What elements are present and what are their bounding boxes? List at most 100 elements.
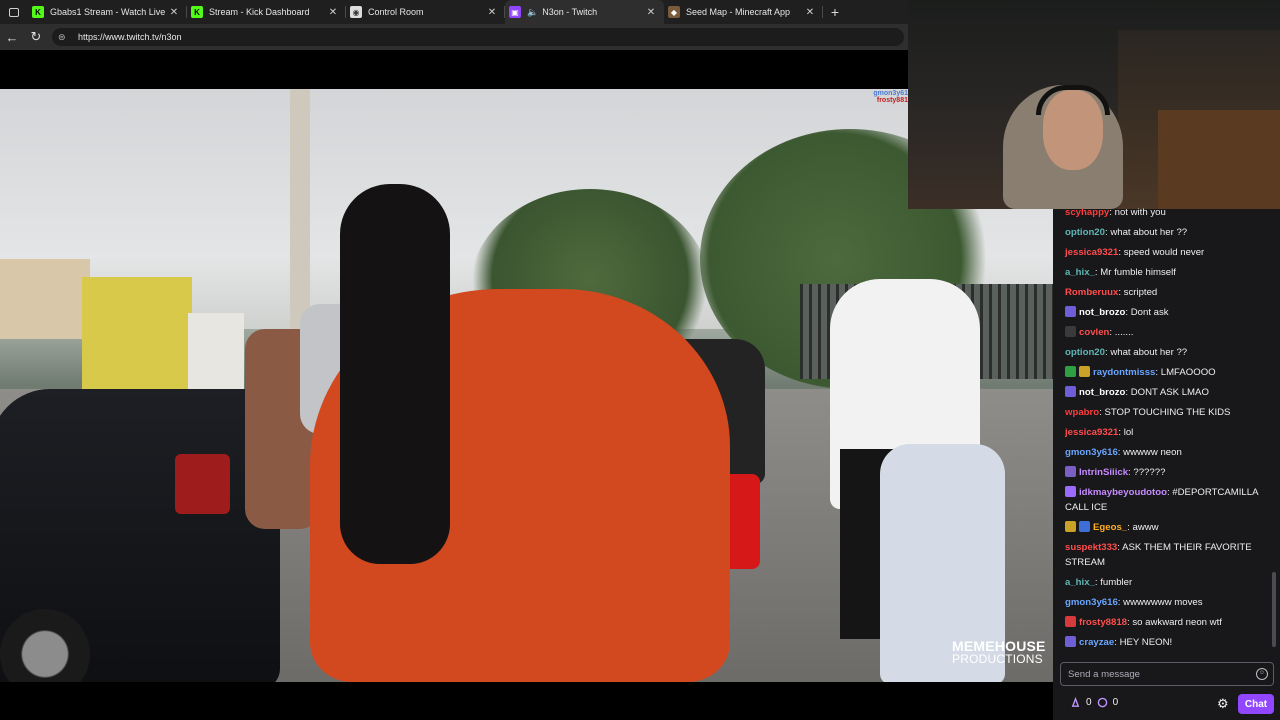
tab-title: Seed Map - Minecraft App: [686, 7, 791, 17]
webcam-feed: [908, 0, 1280, 209]
site-info-icon[interactable]: ⊜: [58, 32, 72, 43]
chat-message: jessica9321: speed would never: [1065, 245, 1265, 260]
tab-close-icon[interactable]: ✕: [167, 7, 181, 18]
chat-text: scripted: [1123, 287, 1158, 298]
tab-close-icon[interactable]: ✕: [644, 7, 658, 18]
chat-username[interactable]: a_hix_: [1065, 267, 1095, 278]
chat-badge-icon[interactable]: [1065, 636, 1076, 647]
chat-text: DONT ASK LMAO: [1130, 387, 1209, 398]
chat-username[interactable]: frosty8818: [1079, 617, 1127, 628]
chat-badge-icon[interactable]: [1065, 521, 1076, 532]
chat-username[interactable]: crayzae: [1079, 637, 1114, 648]
chat-badge-icon[interactable]: [1079, 521, 1090, 532]
chat-username[interactable]: gmon3y616: [1065, 597, 1118, 608]
overlay-name: frosty881: [876, 97, 908, 104]
chat-message: jessica9321: lol: [1065, 425, 1265, 440]
chat-message-list[interactable]: scyhappy: not with you option20: what abo…: [1065, 205, 1265, 655]
chat-message: covlen: .......: [1065, 325, 1265, 340]
chat-badge-icon[interactable]: [1079, 366, 1090, 377]
chat-text: ??????: [1133, 467, 1166, 478]
chat-scrollbar[interactable]: [1272, 572, 1276, 647]
chat-badge-icon[interactable]: [1065, 366, 1076, 377]
chat-badge-icon[interactable]: [1065, 486, 1076, 497]
url-bar[interactable]: ⊜ https://www.twitch.tv/n3on: [52, 28, 904, 46]
chat-message: frosty8818: so awkward neon wtf: [1065, 615, 1265, 630]
stream-video[interactable]: MEMEHOUSE PRODUCTIONS gmon3y61 frosty881: [0, 89, 1053, 682]
chat-username[interactable]: jessica9321: [1065, 427, 1118, 438]
chat-text: wwwwwww moves: [1123, 597, 1203, 608]
stream-overlay-names: gmon3y61 frosty881: [866, 90, 908, 104]
speaker-icon[interactable]: 🔈: [527, 7, 538, 18]
chat-text: what about her ??: [1110, 227, 1188, 238]
chat-username[interactable]: IntrinSiiick: [1079, 467, 1128, 478]
browser-tab[interactable]: ◆ Seed Map - Minecraft App ✕: [664, 0, 823, 24]
chat-message: gmon3y616: wwwww neon: [1065, 445, 1265, 460]
browser-tab[interactable]: K Gbabs1 Stream - Watch Live on K✕: [28, 0, 187, 24]
chat-username[interactable]: idkmaybeyoudotoo: [1079, 487, 1167, 498]
chat-text: speed would never: [1123, 247, 1205, 258]
webcam-shelf: [1158, 110, 1280, 209]
chat-username[interactable]: not_brozo: [1079, 307, 1125, 318]
chat-message: wpabro: STOP TOUCHING THE KIDS: [1065, 405, 1265, 420]
chat-badge-icon[interactable]: [1065, 466, 1076, 477]
minecraft-icon: ◆: [668, 6, 680, 18]
chat-username[interactable]: raydontmisss: [1093, 367, 1155, 378]
chat-text: awww: [1132, 522, 1159, 533]
tab-title: Stream - Kick Dashboard: [209, 7, 310, 17]
chat-text: fumbler: [1100, 577, 1133, 588]
chat-message: Romberuux: scripted: [1065, 285, 1265, 300]
chat-text: STOP TOUCHING THE KIDS: [1104, 407, 1231, 418]
chat-message: raydontmisss: LMFAOOOO: [1065, 365, 1265, 380]
chat-badge-icon[interactable]: [1065, 386, 1076, 397]
chat-username[interactable]: Egeos_: [1093, 522, 1127, 533]
chat-message: gmon3y616: wwwwwww moves: [1065, 595, 1265, 610]
chat-username[interactable]: covlen: [1079, 327, 1109, 338]
chat-input[interactable]: Send a message ☺: [1060, 662, 1274, 686]
watermark-line2: PRODUCTIONS: [952, 652, 1043, 666]
chat-username[interactable]: scyhappy: [1065, 207, 1109, 218]
chat-username[interactable]: option20: [1065, 347, 1105, 358]
chat-message: a_hix_: Mr fumble himself: [1065, 265, 1265, 280]
chat-message: crayzae: HEY NEON!: [1065, 635, 1265, 650]
tab-close-icon[interactable]: ✕: [803, 7, 817, 18]
tab-separator: [822, 6, 823, 18]
chat-username[interactable]: not_brozo: [1079, 387, 1125, 398]
chat-username[interactable]: gmon3y616: [1065, 447, 1118, 458]
browser-tab[interactable]: ▣ 🔈 N3on - Twitch ✕: [505, 0, 664, 24]
chat-text: lol: [1123, 427, 1134, 438]
new-tab-button[interactable]: +: [823, 0, 847, 24]
tab-close-icon[interactable]: ✕: [485, 7, 499, 18]
chat-username[interactable]: Romberuux: [1065, 287, 1118, 298]
kick-icon: K: [191, 6, 203, 18]
chat-message: a_hix_: fumbler: [1065, 575, 1265, 590]
chat-badge-icon[interactable]: [1065, 326, 1076, 337]
tab-close-icon[interactable]: ✕: [326, 7, 340, 18]
chat-text: LMFAOOOO: [1160, 367, 1216, 378]
window-menu-icon[interactable]: [0, 0, 28, 24]
chat-username[interactable]: wpabro: [1065, 407, 1099, 418]
channel-points-icon: [1097, 697, 1107, 708]
tab-title: Control Room: [368, 7, 424, 17]
back-arrow-icon[interactable]: ←: [0, 24, 24, 50]
browser-tab-bar: KGbabs1 Stream - Watch Live on K✕ K Stream…: [0, 0, 908, 24]
screen: KGbabs1 Stream - Watch Live on K✕ K Stream…: [0, 0, 1280, 720]
points-a-value: 0: [1086, 697, 1092, 708]
chat-badge-icon[interactable]: [1065, 616, 1076, 627]
chat-username[interactable]: jessica9321: [1065, 247, 1118, 258]
chat-send-button[interactable]: Chat: [1238, 694, 1274, 714]
watermark-line1: MEMEHOUSE: [952, 638, 1046, 654]
browser-tab[interactable]: K Stream - Kick Dashboard ✕: [187, 0, 346, 24]
browser-tab[interactable]: ◉ Control Room ✕: [346, 0, 505, 24]
chat-input-placeholder: Send a message: [1068, 668, 1140, 680]
channel-points[interactable]: 0 0: [1070, 697, 1118, 708]
reload-icon[interactable]: ↻: [24, 24, 48, 50]
emote-picker-icon[interactable]: ☺: [1256, 668, 1268, 680]
chat-settings-gear-icon[interactable]: ⚙: [1217, 697, 1229, 710]
chat-badge-icon[interactable]: [1065, 306, 1076, 317]
chat-username[interactable]: suspekt333: [1065, 542, 1117, 553]
chat-username[interactable]: option20: [1065, 227, 1105, 238]
chat-username[interactable]: a_hix_: [1065, 577, 1095, 588]
video-hair: [340, 184, 450, 564]
chat-text: .......: [1114, 327, 1134, 338]
chat-message: scyhappy: not with you: [1065, 205, 1265, 220]
